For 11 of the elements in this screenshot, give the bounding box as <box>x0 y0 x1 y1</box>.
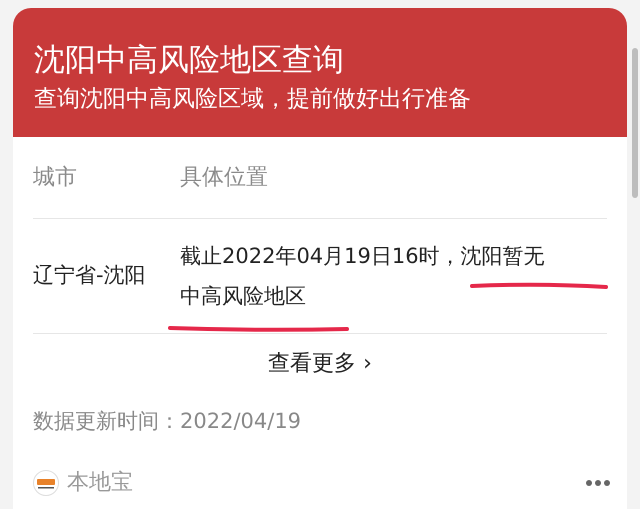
more-options-icon[interactable] <box>585 478 611 487</box>
logo-icon <box>33 470 59 496</box>
column-header: 具体位置 <box>180 165 268 190</box>
city-cell: 辽宁省-沈阳 <box>33 263 146 288</box>
update-time: 数据更新时间：2022/04/19 <box>33 409 302 434</box>
source-name: 本地宝 <box>67 469 133 498</box>
page-subtitle: 查询沈阳中高风险区域，提前做好出行准备 <box>34 85 472 114</box>
view-more-link[interactable]: 查看更多 › <box>268 346 372 380</box>
location-cell: 截止2022年04月19日16时，沈阳暂无中高风险地区 <box>180 236 565 316</box>
column-header: 城市 <box>33 165 77 190</box>
page-title: 沈阳中高风险地区查询 <box>34 42 345 80</box>
